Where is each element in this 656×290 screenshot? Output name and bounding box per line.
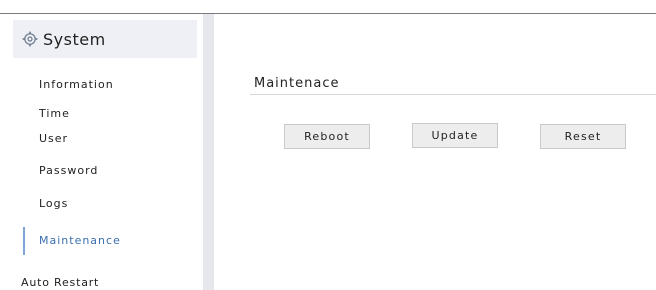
reset-button[interactable]: Reset [540, 124, 626, 149]
update-button[interactable]: Update [412, 123, 498, 148]
sidebar-item-logs[interactable]: Logs [39, 197, 68, 210]
main-content: Maintenace Reboot Update Reset [214, 14, 656, 290]
sidebar: System Information Time User Password Lo… [0, 14, 203, 290]
sidebar-item-information[interactable]: Information [39, 78, 114, 91]
app-window: System Information Time User Password Lo… [0, 0, 656, 290]
sidebar-title: System [43, 29, 106, 49]
gear-icon [22, 31, 38, 47]
sidebar-item-maintenance[interactable]: Maintenance [39, 234, 121, 247]
active-indicator [23, 227, 25, 255]
sidebar-header-system[interactable]: System [13, 20, 197, 58]
sidebar-item-user[interactable]: User [39, 132, 68, 145]
sidebar-separator [203, 14, 214, 290]
sidebar-item-password[interactable]: Password [39, 164, 98, 177]
section-title: Maintenace [254, 76, 340, 91]
sidebar-item-auto-restart[interactable]: Auto Restart [21, 276, 99, 289]
reboot-button[interactable]: Reboot [284, 124, 370, 149]
section-divider [250, 94, 656, 95]
sidebar-item-time[interactable]: Time [39, 107, 70, 120]
